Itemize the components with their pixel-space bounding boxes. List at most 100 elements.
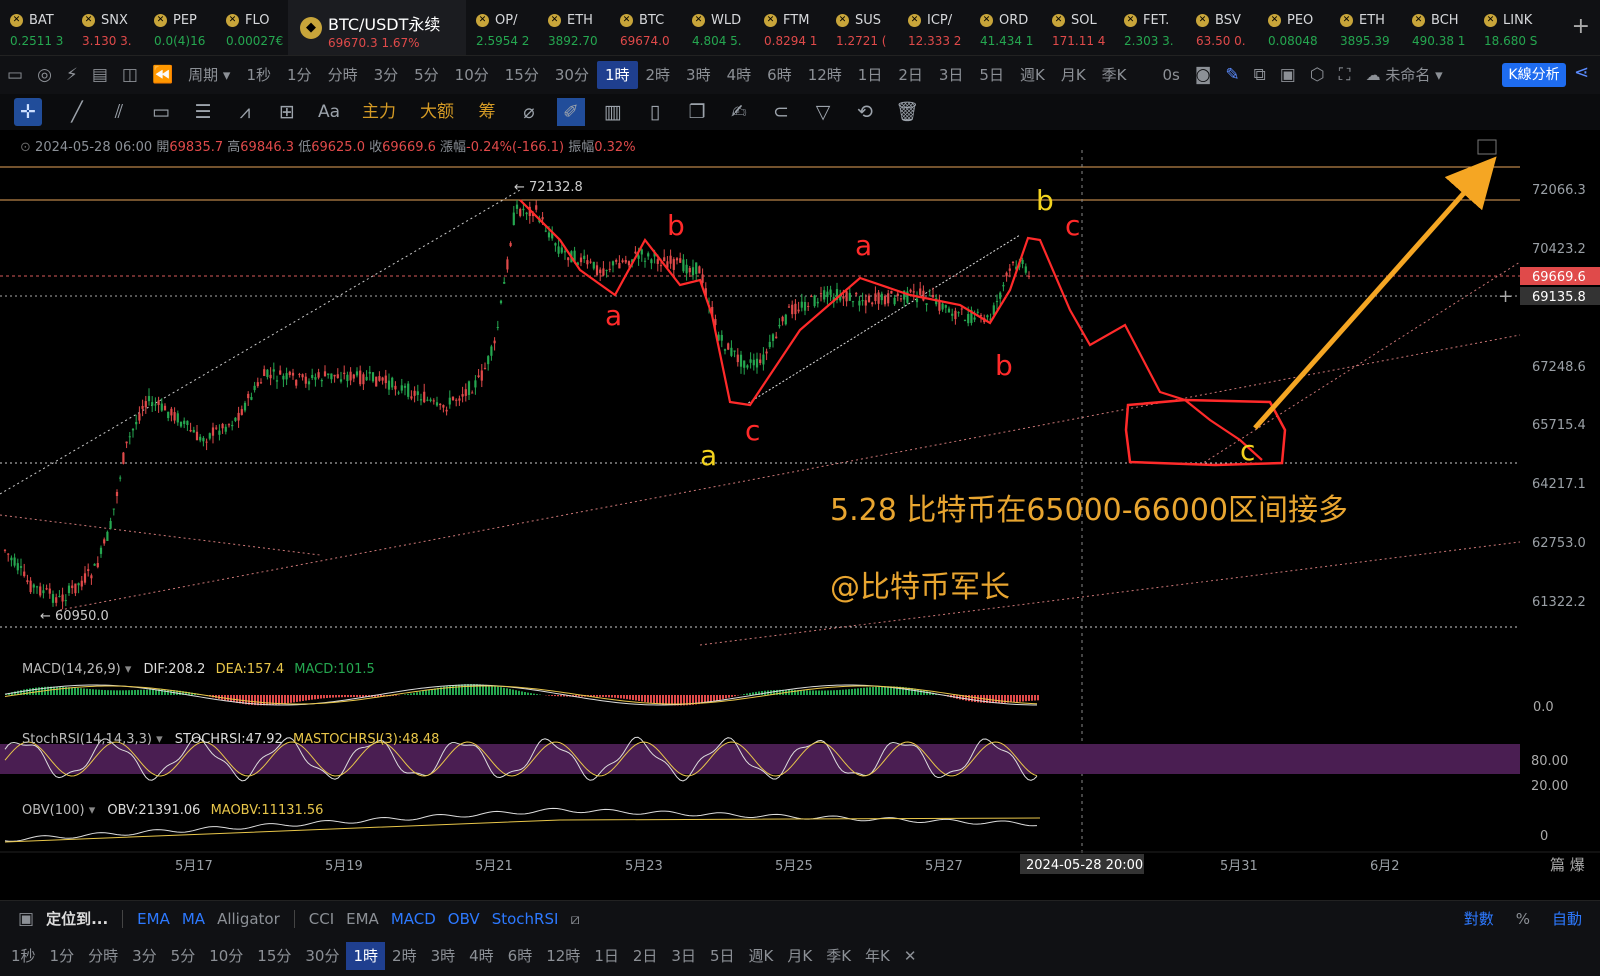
bottom-interval-21[interactable]: 年K: [858, 942, 897, 970]
ticker-item[interactable]: ✕ BAT 0.2511 3: [0, 0, 72, 55]
interval-15[interactable]: 2日: [890, 61, 931, 89]
ticker-item[interactable]: ✕ BCH 490.38 1: [1402, 0, 1474, 55]
bottom-interval-16[interactable]: 3日: [664, 942, 703, 970]
interval-10[interactable]: 3時: [678, 61, 719, 89]
image-icon[interactable]: ▣: [1273, 61, 1303, 89]
calendar-icon[interactable]: ▣: [12, 909, 40, 929]
interval-16[interactable]: 3日: [931, 61, 972, 89]
bottom-interval-6[interactable]: 15分: [250, 942, 298, 970]
ticker-item[interactable]: ✕ PEP 0.0(4)16: [144, 0, 216, 55]
sync-icon[interactable]: ⟲: [844, 98, 886, 126]
indicator-icon[interactable]: ◎: [30, 61, 59, 89]
calendar-icon[interactable]: ▤: [85, 61, 115, 89]
interval-7[interactable]: 30分: [547, 61, 597, 89]
sub-indicator-macd[interactable]: MACD: [385, 910, 442, 928]
fullscreen-icon[interactable]: ⛶: [1332, 61, 1358, 89]
ticker-item[interactable]: ◆ BTC/USDT永续 69670.3 1.67%: [288, 0, 466, 55]
text-tool[interactable]: Aa: [308, 98, 350, 126]
settings-icon[interactable]: ⬡: [1303, 61, 1332, 89]
main-indicator-ma[interactable]: MA: [176, 910, 211, 928]
bottom-interval-14[interactable]: 1日: [587, 942, 626, 970]
trendline-short[interactable]: [0, 514, 321, 556]
ticker-item[interactable]: ✕ WLD 4.804 5.: [682, 0, 754, 55]
kline-analysis-button[interactable]: K線分析: [1502, 63, 1566, 87]
rewind-icon[interactable]: ⏪: [145, 61, 180, 89]
interval-0[interactable]: 1秒: [238, 61, 279, 89]
main-indicator-alligator[interactable]: Alligator: [211, 910, 286, 928]
bottom-interval-4[interactable]: 5分: [164, 942, 203, 970]
interval-6[interactable]: 15分: [497, 61, 547, 89]
add-ticker-icon[interactable]: +: [1572, 14, 1590, 39]
chips-button[interactable]: 筹: [466, 98, 508, 126]
bottom-interval-17[interactable]: 5日: [703, 942, 742, 970]
interval-19[interactable]: 月K: [1053, 61, 1094, 89]
interval-18[interactable]: 週K: [1012, 61, 1053, 89]
interval-17[interactable]: 5日: [971, 61, 1012, 89]
bottom-interval-0[interactable]: 1秒: [4, 942, 43, 970]
ticker-item[interactable]: ✕ PEO 0.08048: [1258, 0, 1330, 55]
sub-indicator-stochrsi[interactable]: StochRSI: [486, 910, 565, 928]
interval-20[interactable]: 季K: [1094, 61, 1135, 89]
bottom-interval-2[interactable]: 分時: [81, 942, 125, 970]
bottom-interval-18[interactable]: 週K: [742, 942, 781, 970]
ticker-item[interactable]: ✕ SNX 3.130 3.: [72, 0, 144, 55]
interval-9[interactable]: 2時: [638, 61, 679, 89]
bottom-interval-12[interactable]: 6時: [501, 942, 540, 970]
magnet-icon[interactable]: ⊂: [760, 98, 802, 126]
ticker-item[interactable]: ✕ SOL 171.11 4: [1042, 0, 1114, 55]
ticker-item[interactable]: ✕ OP/2.5954 2: [466, 0, 538, 55]
locate-button[interactable]: 定位到...: [40, 908, 114, 929]
crosshair-icon[interactable]: ✛: [14, 98, 42, 126]
percent-scale-button[interactable]: %: [1510, 910, 1536, 928]
ticker-item[interactable]: ✕ LINK 18.680 S: [1474, 0, 1546, 55]
pen-icon[interactable]: ✎: [1218, 61, 1246, 89]
rectangle-icon[interactable]: ▭: [140, 98, 182, 126]
window-icon[interactable]: ⧉: [1247, 61, 1273, 89]
brush-icon[interactable]: ✐: [557, 98, 585, 126]
camera-icon[interactable]: ◙: [1188, 61, 1219, 89]
interval-8[interactable]: 1時: [596, 61, 638, 89]
delete-icon[interactable]: 🗑: [886, 98, 928, 126]
ticker-item[interactable]: ✕ BTC 69674.0: [610, 0, 682, 55]
ticker-item[interactable]: ✕ FET. 2.303 3.: [1114, 0, 1186, 55]
ticker-item[interactable]: ✕ ORD 41.434 1: [970, 0, 1042, 55]
ticker-item[interactable]: ✕ FLO 0.00027€: [216, 0, 288, 55]
ticker-item[interactable]: ✕ ETH 3895.39: [1330, 0, 1402, 55]
bottom-interval-15[interactable]: 2日: [626, 942, 665, 970]
interval-12[interactable]: 6時: [759, 61, 800, 89]
share-icon[interactable]: ⋖: [1574, 62, 1589, 83]
bottom-interval-3[interactable]: 3分: [125, 942, 164, 970]
auto-scale-button[interactable]: 自動: [1546, 908, 1588, 929]
bottom-interval-1[interactable]: 1分: [43, 942, 82, 970]
filter-icon[interactable]: ▽: [802, 98, 844, 126]
bottom-interval-10[interactable]: 3時: [424, 942, 463, 970]
period-dropdown[interactable]: 周期 ▾: [180, 61, 238, 89]
interval-1[interactable]: 1分: [279, 61, 320, 89]
interval-2[interactable]: 分時: [320, 61, 366, 89]
edit-icon[interactable]: ✍: [718, 98, 760, 126]
entry-zone-box[interactable]: [1124, 398, 1287, 467]
bottom-interval-20[interactable]: 季K: [819, 942, 858, 970]
log-scale-button[interactable]: 對數: [1458, 908, 1500, 929]
trendline-lower[interactable]: [699, 541, 1521, 646]
layout-icon[interactable]: ◫: [115, 61, 145, 89]
eraser-icon[interactable]: ⌀: [508, 98, 550, 126]
channel-top-line[interactable]: [0, 189, 521, 495]
ticker-item[interactable]: ✕ SUS 1.2721 (: [826, 0, 898, 55]
sub-indicator-ema[interactable]: EMA: [340, 910, 385, 928]
bottom-interval-19[interactable]: 月K: [780, 942, 819, 970]
bottom-interval-5[interactable]: 10分: [202, 942, 250, 970]
wave-drawing[interactable]: [519, 199, 1263, 461]
sub-indicator-obv[interactable]: OBV: [442, 910, 486, 928]
interval-11[interactable]: 4時: [719, 61, 760, 89]
zoom-icon[interactable]: 篇 爆: [1550, 856, 1585, 874]
fib-icon[interactable]: ☰: [182, 98, 224, 126]
close-icon[interactable]: ✕: [897, 942, 924, 970]
interval-13[interactable]: 12時: [800, 61, 850, 89]
sub-indicator-cci[interactable]: CCI: [303, 910, 340, 928]
bottom-interval-7[interactable]: 30分: [298, 942, 346, 970]
bottom-interval-13[interactable]: 12時: [539, 942, 587, 970]
measure-icon[interactable]: ⊞: [266, 98, 308, 126]
channel-icon[interactable]: ⫽: [98, 98, 140, 126]
interval-4[interactable]: 5分: [406, 61, 447, 89]
